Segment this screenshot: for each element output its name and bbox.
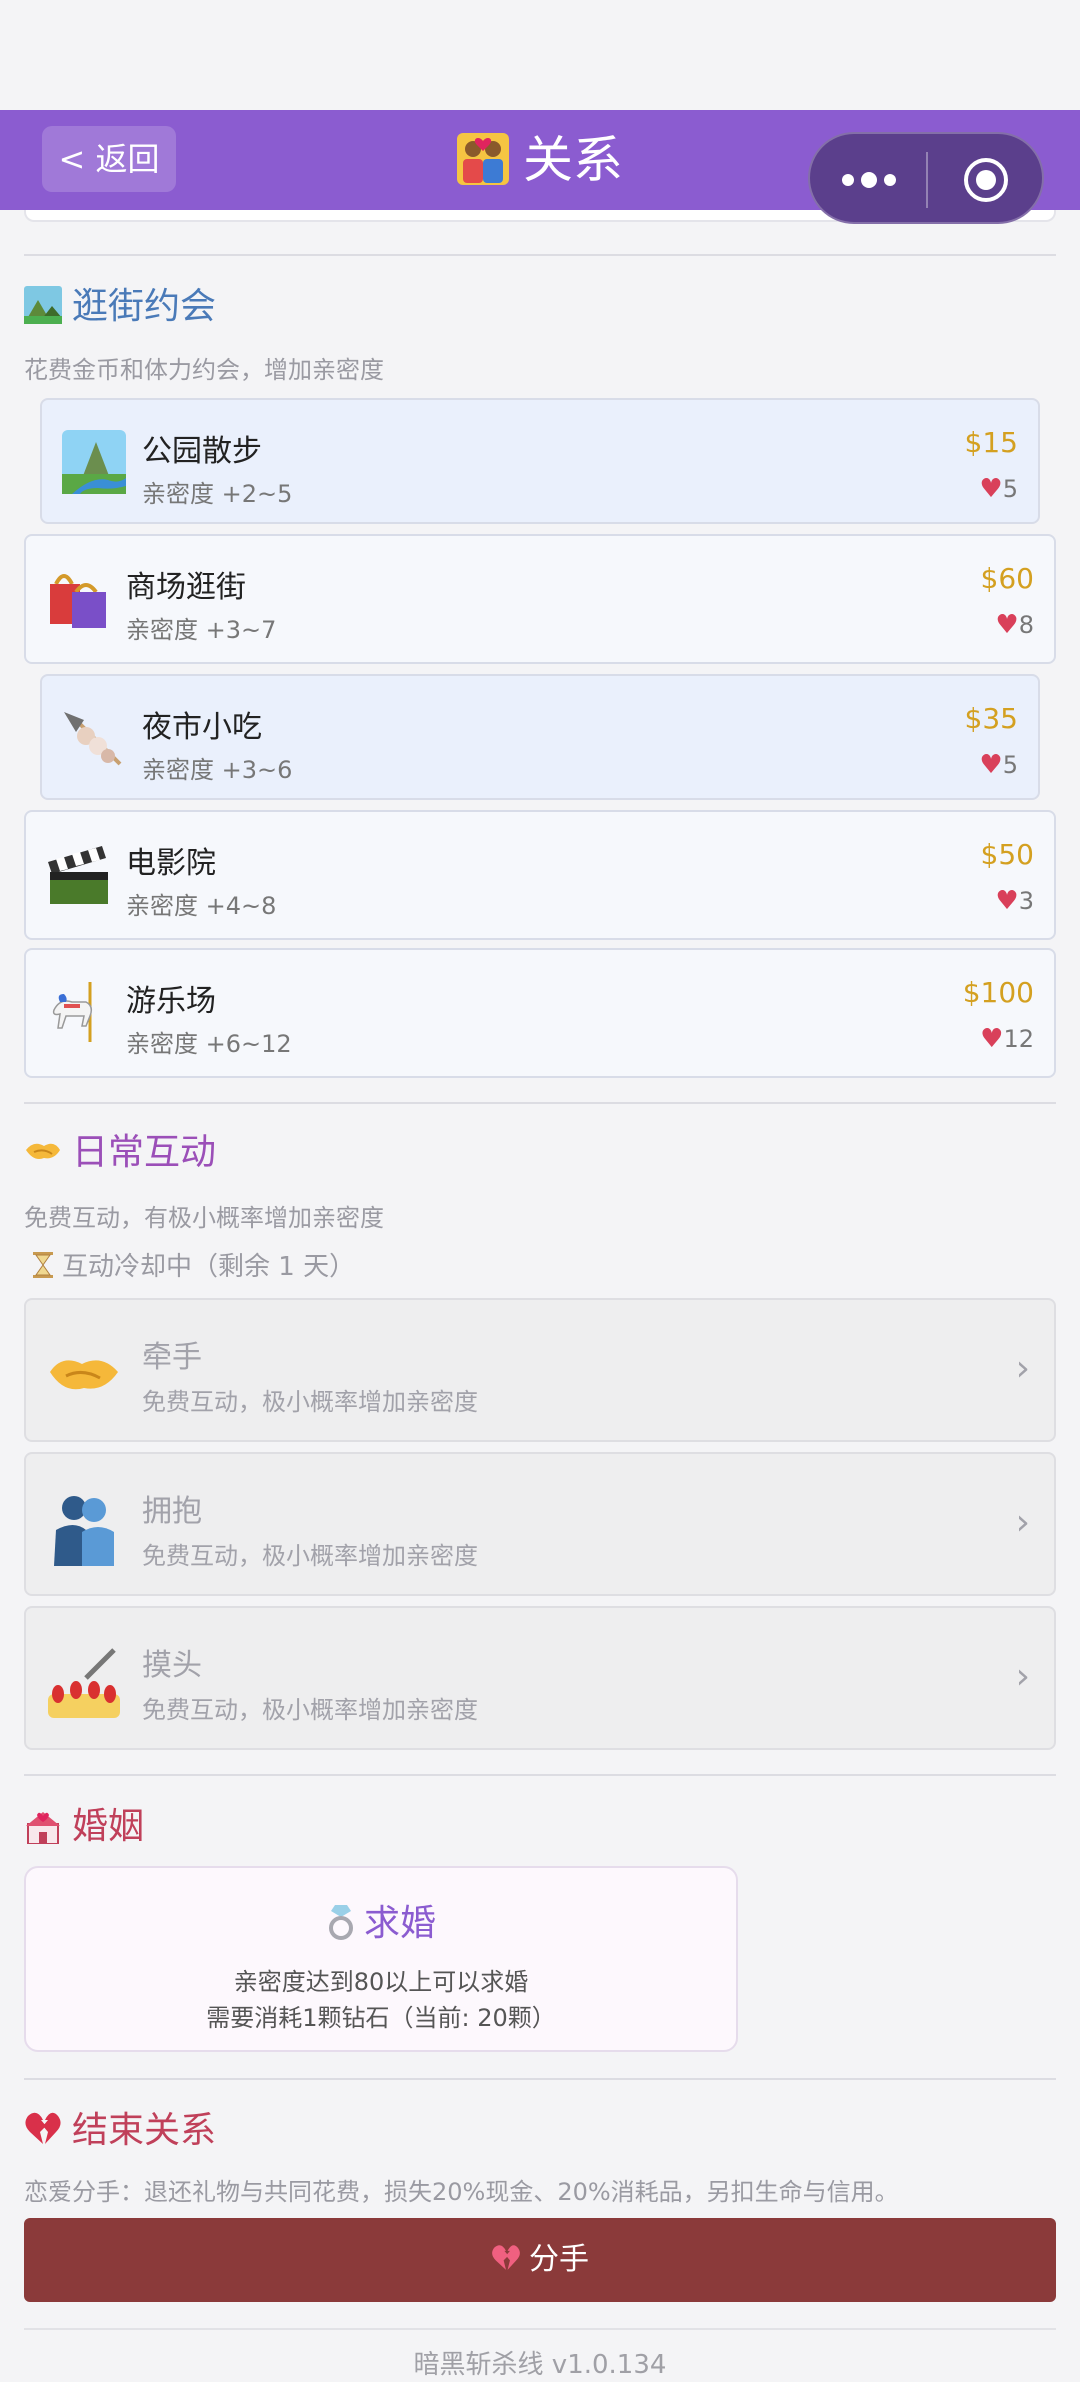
park-landscape-icon bbox=[24, 286, 62, 324]
page-title-text: 关系 bbox=[523, 131, 623, 189]
date-item-cost: ♥5 bbox=[979, 750, 1018, 780]
wedding-chapel-icon bbox=[26, 1812, 60, 1844]
date-item-desc: 亲密度 +3~7 bbox=[126, 616, 277, 644]
handshake-icon bbox=[50, 1360, 118, 1390]
date-item-name: 夜市小吃 bbox=[142, 710, 262, 745]
clapper-icon bbox=[48, 846, 108, 904]
end-section-title: 结束关系 bbox=[24, 2106, 216, 2156]
mini-program-capsule bbox=[808, 132, 1044, 224]
version-label: 暗黑斩杀线 v1.0.134 bbox=[413, 2350, 667, 2380]
chevron-right-icon: › bbox=[1015, 1502, 1030, 1543]
broken-heart-icon bbox=[492, 2245, 520, 2270]
handshake-icon bbox=[26, 1143, 60, 1159]
divider bbox=[24, 2328, 1056, 2330]
date-item-price: $100 bbox=[962, 976, 1034, 1009]
propose-cost: 需要消耗1颗钻石（当前: 20颗） bbox=[206, 2004, 556, 2032]
propose-card[interactable]: 求婚 亲密度达到80以上可以求婚 需要消耗1颗钻石（当前: 20颗） bbox=[24, 1866, 738, 2052]
date-item-desc: 亲密度 +2~5 bbox=[142, 480, 293, 508]
daily-hint: 免费互动，有极小概率增加亲密度 bbox=[24, 1204, 384, 1232]
heart-icon: ♥ bbox=[980, 1024, 1004, 1054]
interaction-name: 拥抱 bbox=[142, 1494, 202, 1529]
date-item-name: 游乐场 bbox=[126, 984, 216, 1019]
date-item-amusement-park[interactable]: 游乐场 亲密度 +6~12 $100 ♥12 bbox=[24, 948, 1056, 1078]
interaction-hold-hands[interactable]: 牵手 免费互动，极小概率增加亲密度 › bbox=[24, 1298, 1056, 1442]
date-item-price: $60 bbox=[980, 562, 1034, 595]
interaction-hug[interactable]: 拥抱 免费互动，极小概率增加亲密度 › bbox=[24, 1452, 1056, 1596]
interaction-desc: 免费互动，极小概率增加亲密度 bbox=[142, 1542, 478, 1570]
date-item-price: $35 bbox=[964, 702, 1018, 735]
date-item-cost: ♥8 bbox=[995, 610, 1034, 640]
date-item-name: 商场逛街 bbox=[126, 570, 246, 605]
shopping-bags-icon bbox=[50, 574, 106, 628]
daily-section-title: 日常互动 bbox=[24, 1128, 216, 1178]
date-item-night-market[interactable]: 夜市小吃 亲密度 +3~6 $35 ♥5 bbox=[40, 674, 1040, 800]
breakup-hint: 恋爱分手：退还礼物与共同花费，损失20%现金、20%消耗品，另扣生命与信用。 bbox=[24, 2178, 899, 2206]
date-item-desc: 亲密度 +4~8 bbox=[126, 892, 277, 920]
breakup-button[interactable]: 分手 bbox=[24, 2218, 1056, 2302]
propose-title: 求婚 bbox=[26, 1894, 736, 1946]
date-item-price: $15 bbox=[964, 426, 1018, 459]
chevron-right-icon: › bbox=[1015, 1348, 1030, 1389]
cooldown-status: 互动冷却中（剩余 1 天） bbox=[32, 1246, 355, 1283]
dating-hint: 花费金币和体力约会，增加亲密度 bbox=[24, 356, 384, 384]
interaction-desc: 免费互动，极小概率增加亲密度 bbox=[142, 1696, 478, 1724]
couple-icon bbox=[457, 133, 509, 185]
status-bar bbox=[0, 0, 1080, 110]
date-item-cinema[interactable]: 电影院 亲密度 +4~8 $50 ♥3 bbox=[24, 810, 1056, 940]
park-icon bbox=[62, 430, 126, 494]
propose-requirement: 亲密度达到80以上可以求婚 bbox=[233, 1968, 529, 1996]
broken-heart-icon bbox=[25, 2112, 61, 2144]
interaction-desc: 免费互动，极小概率增加亲密度 bbox=[142, 1388, 478, 1416]
date-item-desc: 亲密度 +6~12 bbox=[126, 1030, 292, 1058]
end-title-text: 结束关系 bbox=[72, 2110, 217, 2151]
interaction-name: 牵手 bbox=[142, 1340, 202, 1375]
nail-polish-icon bbox=[48, 1648, 120, 1718]
interaction-name: 摸头 bbox=[142, 1648, 202, 1683]
daily-title-text: 日常互动 bbox=[72, 1132, 217, 1173]
dating-title-text: 逛街约会 bbox=[72, 286, 217, 327]
date-item-name: 电影院 bbox=[126, 846, 216, 881]
heart-icon: ♥ bbox=[995, 886, 1019, 916]
date-item-desc: 亲密度 +3~6 bbox=[142, 756, 293, 784]
heart-icon: ♥ bbox=[995, 610, 1019, 640]
chevron-right-icon: › bbox=[1015, 1656, 1030, 1697]
date-item-name: 公园散步 bbox=[142, 434, 262, 469]
close-target-icon[interactable] bbox=[962, 156, 1010, 204]
divider bbox=[24, 1102, 1056, 1104]
marriage-title-text: 婚姻 bbox=[72, 1806, 145, 1847]
heart-icon: ♥ bbox=[979, 750, 1003, 780]
divider bbox=[24, 254, 1056, 256]
hourglass-icon bbox=[33, 1252, 53, 1278]
dating-section-title: 逛街约会 bbox=[24, 282, 216, 332]
heart-icon: ♥ bbox=[979, 474, 1003, 504]
date-item-cost: ♥12 bbox=[980, 1024, 1034, 1054]
date-item-price: $50 bbox=[980, 838, 1034, 871]
carousel-icon bbox=[52, 982, 93, 1042]
nav-bar: < 返回 关系 bbox=[0, 110, 1080, 224]
ring-icon bbox=[328, 1905, 353, 1940]
marriage-section-title: 婚姻 bbox=[24, 1802, 144, 1852]
more-icon[interactable] bbox=[838, 162, 900, 198]
capsule-divider bbox=[926, 152, 928, 208]
divider bbox=[24, 2078, 1056, 2080]
date-item-cost: ♥3 bbox=[995, 886, 1034, 916]
divider bbox=[24, 1774, 1056, 1776]
date-item-park[interactable]: 公园散步 亲密度 +2~5 $15 ♥5 bbox=[40, 398, 1040, 524]
hug-icon bbox=[54, 1496, 114, 1566]
date-item-cost: ♥5 bbox=[979, 474, 1018, 504]
skewer-icon bbox=[64, 712, 122, 766]
date-item-mall[interactable]: 商场逛街 亲密度 +3~7 $60 ♥8 bbox=[24, 534, 1056, 664]
interaction-pat-head[interactable]: 摸头 免费互动，极小概率增加亲密度 › bbox=[24, 1606, 1056, 1750]
